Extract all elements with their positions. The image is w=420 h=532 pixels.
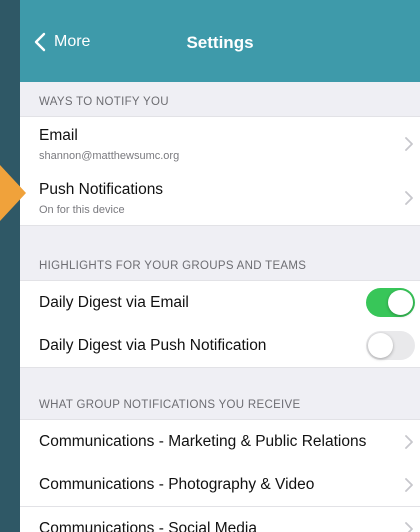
highlight-pointer-arrow: [0, 165, 26, 221]
settings-screen: More Settings WAYS TO NOTIFY YOU Email s…: [20, 0, 420, 532]
page-title: Settings: [186, 33, 254, 52]
chevron-right-icon: [405, 435, 413, 449]
group-row-marketing-label: Communications - Marketing & Public Rela…: [39, 433, 367, 450]
group-row-photography[interactable]: Communications - Photography & Video: [20, 463, 420, 507]
chevron-right-icon: [405, 522, 413, 532]
push-notifications-row[interactable]: Push Notifications On for this device: [20, 171, 420, 226]
chevron-right-icon: [405, 191, 413, 205]
group-row-social-media[interactable]: Communications - Social Media: [20, 507, 420, 532]
daily-digest-push-toggle[interactable]: [366, 331, 415, 360]
group-row-marketing[interactable]: Communications - Marketing & Public Rela…: [20, 419, 420, 464]
group-row-social-media-label: Communications - Social Media: [39, 520, 257, 532]
daily-digest-push-label: Daily Digest via Push Notification: [39, 337, 267, 354]
section-header-highlights: HIGHLIGHTS FOR YOUR GROUPS AND TEAMS: [39, 260, 307, 272]
navigation-bar: More Settings: [20, 0, 420, 82]
chevron-right-icon: [405, 478, 413, 492]
push-notifications-row-title: Push Notifications: [39, 181, 164, 198]
daily-digest-email-toggle[interactable]: [366, 288, 415, 317]
chevron-right-icon: [405, 137, 413, 151]
email-row[interactable]: Email shannon@matthewsumc.org: [20, 116, 420, 172]
email-row-title: Email: [39, 127, 78, 144]
push-notifications-row-status: On for this device: [39, 204, 125, 216]
email-row-address: shannon@matthewsumc.org: [39, 150, 180, 162]
section-header-group-notifications: WHAT GROUP NOTIFICATIONS YOU RECEIVE: [39, 399, 301, 411]
background-strip: [0, 0, 20, 532]
toggle-knob: [368, 333, 393, 358]
group-row-photography-label: Communications - Photography & Video: [39, 476, 315, 493]
daily-digest-email-row: Daily Digest via Email: [20, 280, 420, 325]
daily-digest-email-label: Daily Digest via Email: [39, 294, 189, 311]
section-header-ways-to-notify: WAYS TO NOTIFY YOU: [39, 96, 169, 108]
daily-digest-push-row: Daily Digest via Push Notification: [20, 324, 420, 368]
toggle-knob: [388, 290, 413, 315]
